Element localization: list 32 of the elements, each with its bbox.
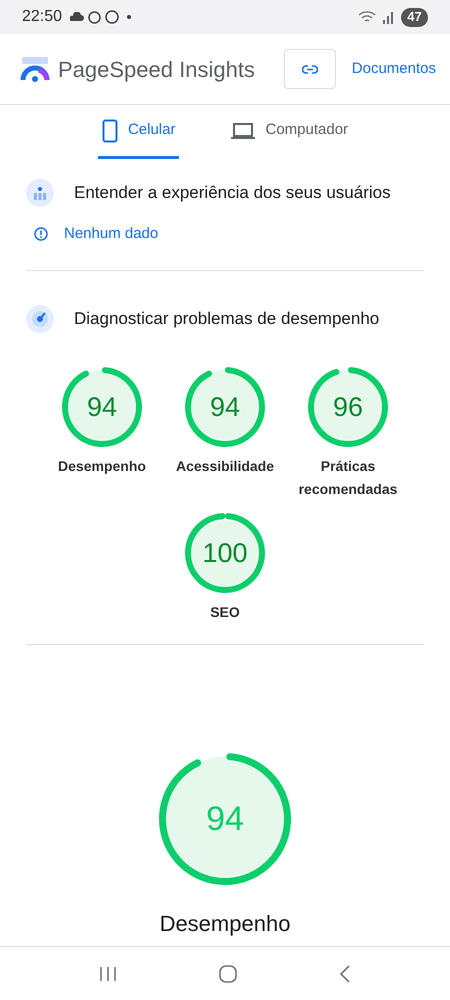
link-icon [302,64,318,74]
link-button[interactable] [284,49,336,89]
score-label: Desempenho [57,456,147,476]
status-time: 22:50 [22,7,62,27]
info-icon [34,227,48,242]
battery-level: 47 [401,8,428,26]
gauge-icon [26,304,54,332]
cloud-icon [70,12,84,22]
logo-icon [20,56,50,82]
laptop-icon [231,122,256,140]
tab[interactable]: Computador [227,105,352,159]
score-value: 94 [206,800,244,838]
recent-apps-icon[interactable] [99,964,117,982]
score-label: Práticas recomendadas [298,456,398,499]
home-icon[interactable] [219,964,237,982]
score-label: Acessibilidade [174,456,276,476]
score-label: SEO [209,602,241,622]
back-icon[interactable] [339,964,351,982]
section-heading: Diagnosticar problemas de desempenho [74,308,380,330]
dot-icon [127,15,132,19]
docs-link[interactable]: Documentos [352,58,436,80]
section-heading: Entender a experiência dos seus usuários [74,182,391,204]
score-value: 100 [202,538,248,568]
no-data-message: Nenhum dado [64,224,158,244]
users-icon [26,179,54,207]
score-value: 96 [332,392,364,422]
app-title: PageSpeed Insights [58,56,255,84]
score-value: 94 [210,392,240,422]
tab[interactable]: Celular [98,105,180,159]
score-value: 94 [86,392,118,422]
score-title: Desempenho [158,910,292,938]
phone-icon [102,118,118,142]
